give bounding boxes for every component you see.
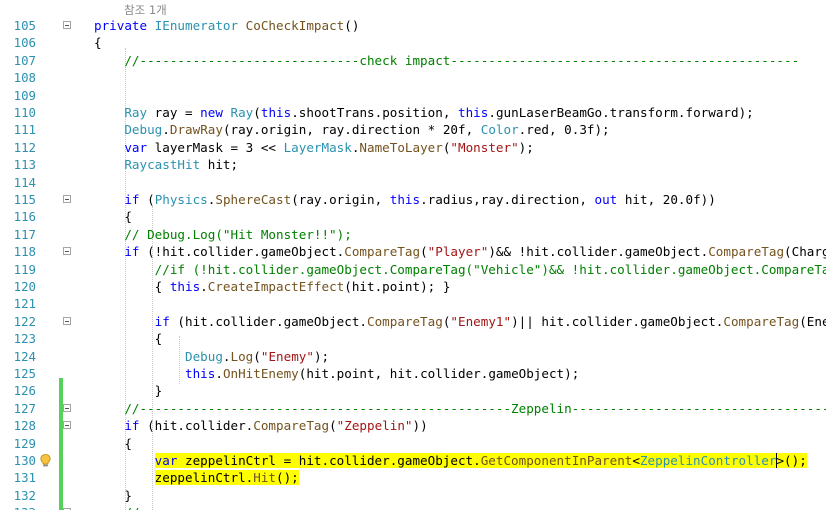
code-text: }: [94, 383, 163, 399]
code-line[interactable]: 111 Debug.DrawRay(ray.origin, ray.direct…: [0, 121, 826, 138]
code-text: var zeppelinCtrl = hit.collider.gameObje…: [154, 453, 807, 468]
line-number: 118: [13, 244, 36, 260]
code-line[interactable]: 116 {: [0, 208, 826, 225]
code-text: // Debug.Log("Hit Monster!!");: [124, 226, 352, 242]
collapse-icon[interactable]: [63, 247, 71, 256]
code-text: Debug.Log("Enemy");: [185, 348, 330, 364]
code-line[interactable]: 125 this.OnHitEnemy(hit.point, hit.colli…: [0, 365, 826, 382]
code-text: Debug.DrawRay(ray.origin, ray.direction …: [124, 122, 610, 138]
code-line[interactable]: 123 {: [0, 330, 826, 347]
line-number: 115: [13, 192, 36, 207]
collapse-icon[interactable]: [63, 21, 71, 29]
code-line[interactable]: 129 {: [0, 435, 826, 452]
code-text: {: [94, 331, 163, 347]
code-line[interactable]: 117 // Debug.Log("Hit Monster!!");: [0, 226, 826, 243]
code-text: RaycastHit hit;: [124, 157, 239, 173]
code-line[interactable]: 124 Debug.Log("Enemy");: [0, 348, 826, 365]
code-line[interactable]: 107 //-----------------------------check…: [0, 52, 826, 69]
line-number: 117: [13, 226, 36, 242]
line-number: 107: [13, 52, 36, 68]
code-text: {: [94, 35, 102, 51]
code-line[interactable]: 105 private IEnumerator CoCheckImpact(): [0, 17, 826, 34]
code-text: //--------------------------------------…: [124, 400, 826, 416]
line-number: 129: [13, 435, 36, 451]
code-line[interactable]: 132 }: [0, 487, 826, 504]
code-text: this.OnHitEnemy(hit.point, hit.collider.…: [185, 366, 580, 381]
code-text: if (hit.collider.CompareTag("Zeppelin")): [124, 418, 428, 434]
code-line[interactable]: 115 if (Physics.SphereCast(ray.origin, t…: [0, 191, 826, 208]
code-text: //-----------------------------check imp…: [124, 52, 800, 68]
code-line[interactable]: 122 if (hit.collider.gameObject.CompareT…: [0, 313, 826, 330]
code-text: //if (!hit.collider.gameObject.CompareTa…: [154, 261, 826, 277]
code-line[interactable]: 130 var zeppelinCtrl = hit.collider.game…: [0, 452, 826, 469]
line-number: 133: [0, 504, 36, 510]
code-line[interactable]: 119 //if (!hit.collider.gameObject.Compa…: [0, 261, 826, 278]
code-text: private IEnumerator CoCheckImpact(): [94, 18, 360, 33]
lightbulb-icon[interactable]: [40, 454, 51, 467]
code-line[interactable]: 118 if (!hit.collider.gameObject.Compare…: [0, 243, 826, 260]
code-line[interactable]: 128 if (hit.collider.CompareTag("Zeppeli…: [0, 417, 826, 434]
code-text: var layerMask = 3 << LayerMask.NameToLay…: [124, 139, 534, 155]
code-editor[interactable]: 참조 1개 105 private IEnumerator CoCheckImpa…: [0, 0, 826, 510]
code-line[interactable]: 106 {: [0, 34, 826, 51]
line-number: 112: [13, 139, 36, 155]
line-number: 114: [13, 174, 36, 190]
line-number: 110: [13, 105, 36, 120]
line-number: 111: [13, 122, 36, 138]
line-number: 132: [13, 487, 36, 503]
line-number: 109: [13, 87, 36, 103]
code-text: //--------------------------------------…: [94, 504, 826, 510]
line-number: 126: [13, 383, 36, 399]
line-number: 113: [13, 157, 36, 173]
text-caret: [776, 453, 777, 468]
code-text: if (Physics.SphereCast(ray.origin, this.…: [124, 192, 716, 207]
code-text: zeppelinCtrl.Hit();: [154, 470, 299, 486]
code-text: Ray ray = new Ray(this.shootTrans.positi…: [124, 105, 754, 120]
collapse-icon[interactable]: [63, 403, 71, 412]
code-line[interactable]: 114: [0, 174, 826, 191]
line-number: 106: [13, 35, 36, 51]
code-line[interactable]: 133 //----------------------------------…: [0, 504, 826, 510]
line-number: 105: [13, 18, 36, 33]
line-number: 128: [13, 418, 36, 434]
line-number: 108: [13, 70, 36, 86]
code-line[interactable]: 131 zeppelinCtrl.Hit();: [0, 469, 826, 486]
line-number: 121: [13, 296, 36, 312]
code-text: if (hit.collider.gameObject.CompareTag("…: [154, 313, 826, 329]
code-line[interactable]: 126 }: [0, 382, 826, 399]
code-text: }: [94, 487, 132, 503]
line-number: 125: [13, 366, 36, 381]
code-line[interactable]: 113 RaycastHit hit;: [0, 156, 826, 173]
code-line[interactable]: 109: [0, 87, 826, 104]
code-lens-references[interactable]: 참조 1개: [124, 2, 167, 18]
line-number: 120: [13, 279, 36, 294]
line-number: 116: [13, 209, 36, 225]
line-number: 131: [13, 470, 36, 486]
code-line[interactable]: 108: [0, 69, 826, 86]
code-line[interactable]: 110 Ray ray = new Ray(this.shootTrans.po…: [0, 104, 826, 121]
code-line[interactable]: 120 { this.CreateImpactEffect(hit.point)…: [0, 278, 826, 295]
code-line[interactable]: 121: [0, 295, 826, 312]
line-number: 124: [13, 348, 36, 364]
line-number: 122: [13, 313, 36, 329]
code-text: {: [94, 209, 132, 225]
line-number: 127: [13, 400, 36, 416]
code-line[interactable]: 112 var layerMask = 3 << LayerMask.NameT…: [0, 139, 826, 156]
line-number: 123: [13, 331, 36, 347]
collapse-icon[interactable]: [63, 316, 71, 325]
code-text: { this.CreateImpactEffect(hit.point); }: [94, 279, 451, 294]
line-number: 119: [13, 261, 36, 277]
line-number: 130: [13, 453, 36, 468]
collapse-icon[interactable]: [63, 195, 71, 203]
collapse-icon[interactable]: [63, 421, 71, 430]
code-line[interactable]: 127 //----------------------------------…: [0, 400, 826, 417]
code-text: if (!hit.collider.gameObject.CompareTag(…: [124, 244, 826, 260]
code-text: {: [94, 435, 132, 451]
